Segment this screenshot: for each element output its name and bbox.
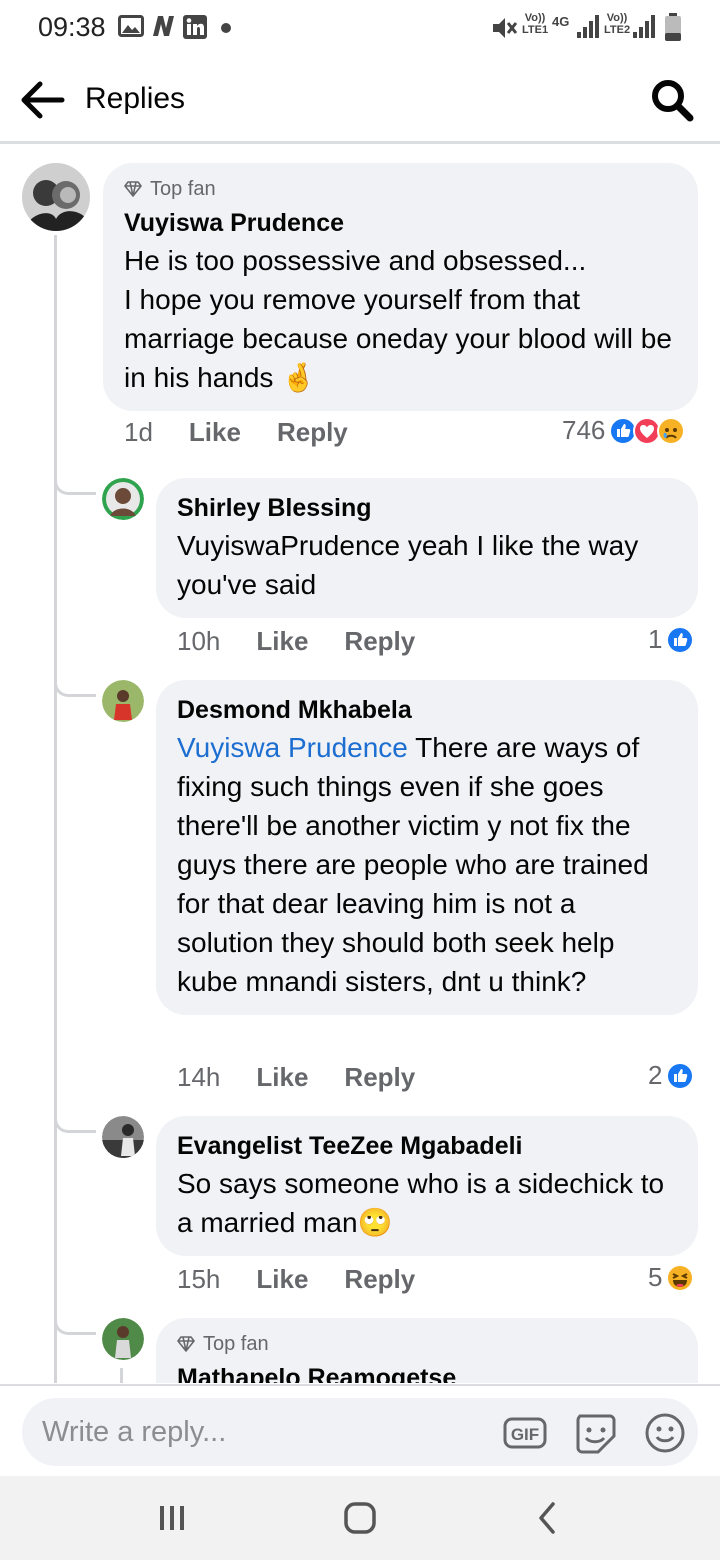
comment-author[interactable]: Shirley Blessing (177, 492, 678, 524)
sticker-icon[interactable] (572, 1410, 618, 1456)
back-nav-icon[interactable] (528, 1498, 568, 1538)
comment-text: He is too possessive and obsessed... I h… (124, 245, 672, 393)
diamond-icon (124, 181, 142, 197)
reaction-summary[interactable]: 5 (648, 1262, 695, 1293)
avatar[interactable] (102, 478, 144, 520)
home-icon[interactable] (340, 1498, 380, 1538)
comment-author[interactable]: Evangelist TeeZee Mgabadeli (177, 1130, 678, 1162)
app-n-icon (153, 16, 174, 36)
comment-time[interactable]: 14h (177, 1062, 220, 1093)
comment-bubble[interactable]: Evangelist TeeZee Mgabadeli So says some… (156, 1116, 698, 1256)
comment-text: So says someone who is a sidechick to a … (177, 1168, 665, 1238)
like-reaction-icon (666, 1061, 695, 1090)
like-button[interactable]: Like (189, 417, 241, 448)
like-button[interactable]: Like (256, 1062, 308, 1093)
thread-branch (54, 1313, 96, 1335)
badge-label: Top fan (150, 177, 216, 200)
badge-label: Top fan (203, 1332, 269, 1355)
comment-bubble[interactable]: Top fan Mathapelo Reamogetse (156, 1318, 698, 1383)
reply-composer: GIF (0, 1384, 720, 1476)
comment-actions: 1d Like Reply (124, 417, 348, 448)
comment-text-body: There are ways of fixing such things eve… (177, 732, 649, 997)
network-label-lte1: Vo)) LTE1 (522, 12, 549, 36)
svg-text:GIF: GIF (511, 1425, 539, 1444)
haha-reaction-icon (666, 1263, 695, 1292)
mute-icon (493, 18, 518, 38)
reaction-count: 746 (562, 415, 606, 445)
emoji-icon[interactable] (642, 1410, 688, 1456)
reply-button[interactable]: Reply (344, 626, 415, 657)
dot-icon (221, 23, 231, 33)
reaction-count: 5 (648, 1262, 663, 1292)
comment-author[interactable]: Mathapelo Reamogetse (177, 1362, 678, 1383)
thread-branch (54, 675, 96, 697)
comment-time[interactable]: 15h (177, 1264, 220, 1295)
gallery-icon (118, 15, 144, 37)
page-title: Replies (85, 82, 186, 115)
reaction-count: 2 (648, 1060, 663, 1090)
like-reaction-icon (666, 625, 695, 654)
reaction-count: 1 (648, 624, 663, 654)
reply-button[interactable]: Reply (344, 1264, 415, 1295)
comment-actions: 15h Like Reply (177, 1264, 415, 1295)
status-time: 09:38 (38, 12, 106, 42)
comment-author[interactable]: Vuyiswa Prudence (124, 207, 678, 239)
like-button[interactable]: Like (256, 626, 308, 657)
comment-text: VuyiswaPrudence yeah I like the way you'… (177, 530, 639, 600)
comment-time[interactable]: 10h (177, 626, 220, 657)
reply-input-box[interactable]: GIF (22, 1398, 698, 1466)
battery-icon (665, 13, 681, 41)
comment-actions: 14h Like Reply (177, 1062, 415, 1093)
signal-icon (633, 15, 655, 38)
signal-icon (577, 15, 599, 38)
thread-branch (54, 473, 96, 495)
network-label-4g: 4G (552, 14, 570, 29)
comment-time[interactable]: 1d (124, 417, 153, 448)
diamond-icon (177, 1336, 195, 1352)
system-nav-bar (0, 1476, 720, 1560)
top-fan-badge: Top fan (177, 1332, 678, 1356)
sad-reaction-icon (657, 416, 686, 445)
avatar[interactable] (102, 1116, 144, 1158)
status-bar: 09:38 Vo)) LTE1 4G Vo)) LTE2 (0, 0, 720, 56)
reaction-summary[interactable]: 2 (648, 1060, 695, 1091)
reply-button[interactable]: Reply (344, 1062, 415, 1093)
search-icon[interactable] (648, 76, 696, 124)
linkedin-icon (183, 15, 207, 39)
top-fan-badge: Top fan (124, 177, 678, 201)
comment-actions: 10h Like Reply (177, 626, 415, 657)
avatar[interactable] (22, 163, 90, 231)
reply-button[interactable]: Reply (277, 417, 348, 448)
comment-bubble[interactable]: Desmond Mkhabela Vuyiswa Prudence There … (156, 680, 698, 1015)
arrow-left-icon[interactable] (18, 76, 66, 124)
replies-thread[interactable]: Top fan Vuyiswa Prudence He is too posse… (0, 147, 720, 1383)
comment-author[interactable]: Desmond Mkhabela (177, 694, 678, 726)
network-label-lte2: Vo)) LTE2 (604, 12, 631, 36)
comment-text: Vuyiswa Prudence There are ways of fixin… (177, 728, 678, 1001)
comment-bubble[interactable]: Top fan Vuyiswa Prudence He is too posse… (103, 163, 698, 411)
thread-line (54, 235, 57, 1383)
comment-bubble[interactable]: Shirley Blessing VuyiswaPrudence yeah I … (156, 478, 698, 618)
thread-line (120, 1368, 123, 1383)
mention-link[interactable]: Vuyiswa Prudence (177, 732, 408, 763)
recent-apps-icon[interactable] (152, 1498, 192, 1538)
thread-branch (54, 1111, 96, 1133)
header: Replies (0, 56, 720, 144)
avatar[interactable] (102, 1318, 144, 1360)
reaction-summary[interactable]: 746 (562, 415, 686, 446)
avatar[interactable] (102, 680, 144, 722)
gif-icon[interactable]: GIF (502, 1410, 548, 1456)
reaction-summary[interactable]: 1 (648, 624, 695, 655)
like-button[interactable]: Like (256, 1264, 308, 1295)
reply-input[interactable] (42, 1414, 482, 1450)
